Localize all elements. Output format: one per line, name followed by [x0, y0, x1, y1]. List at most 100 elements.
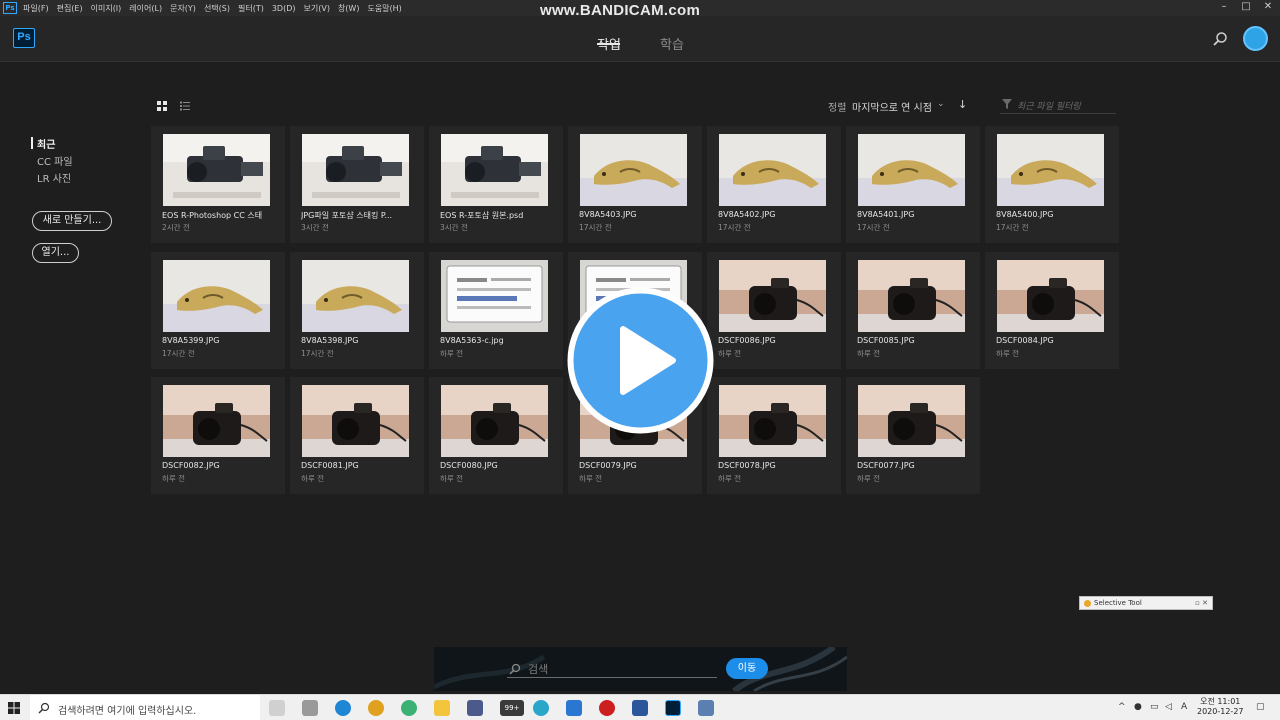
- file-thumbnail[interactable]: [163, 385, 270, 457]
- browser-icon[interactable]: [401, 700, 417, 716]
- file-time: 하루 전: [440, 349, 464, 358]
- taskbar-search-text[interactable]: 검색하려면 여기에 입력하십시오.: [58, 702, 196, 717]
- file-thumbnail[interactable]: [719, 260, 826, 332]
- file-thumbnail[interactable]: [858, 260, 965, 332]
- calculator-icon[interactable]: [467, 700, 483, 716]
- active-nav-marker: [31, 137, 33, 149]
- file-card[interactable]: DSCF0077.JPG 하루 전: [846, 377, 980, 494]
- photoshop-logo[interactable]: Ps: [13, 28, 35, 48]
- file-card[interactable]: DSCF0084.JPG 하루 전: [985, 252, 1119, 369]
- word-icon[interactable]: [632, 700, 648, 716]
- app-icon[interactable]: [533, 700, 549, 716]
- play-icon[interactable]: [567, 287, 714, 434]
- taskbar-clock[interactable]: 오전 11:01 2020-12-27: [1197, 697, 1244, 717]
- menu-select[interactable]: 선택(S): [204, 3, 230, 14]
- file-thumbnail[interactable]: [997, 260, 1104, 332]
- file-card[interactable]: 8V8A5402.JPG 17시간 전: [707, 126, 841, 243]
- file-thumbnail[interactable]: [441, 385, 548, 457]
- file-card[interactable]: 8V8A5401.JPG 17시간 전: [846, 126, 980, 243]
- go-button[interactable]: 이동: [726, 658, 768, 679]
- sidebar-item-recent[interactable]: 최근: [37, 136, 55, 151]
- volume-icon[interactable]: ◁: [1165, 702, 1172, 712]
- file-card[interactable]: DSCF0078.JPG 하루 전: [707, 377, 841, 494]
- bandicam-icon[interactable]: [599, 700, 615, 716]
- menu-file[interactable]: 파일(F): [23, 3, 49, 14]
- sort-direction-arrow-icon[interactable]: ↓: [958, 98, 967, 111]
- filter-icon: [1002, 99, 1012, 109]
- file-thumbnail[interactable]: [302, 385, 409, 457]
- task-view-icon[interactable]: [269, 700, 285, 716]
- menu-type[interactable]: 문자(Y): [170, 3, 196, 14]
- file-time: 하루 전: [996, 349, 1020, 358]
- menu-help[interactable]: 도움말(H): [367, 3, 401, 14]
- chevron-up-icon[interactable]: ^: [1118, 702, 1126, 712]
- file-card[interactable]: DSCF0082.JPG 하루 전: [151, 377, 285, 494]
- list-view-icon[interactable]: [180, 101, 190, 111]
- close-button[interactable]: ✕: [1258, 0, 1278, 16]
- menu-layer[interactable]: 레이어(L): [129, 3, 162, 14]
- menu-3d[interactable]: 3D(D): [272, 4, 296, 13]
- open-file-button[interactable]: 열기...: [32, 243, 79, 263]
- file-card[interactable]: DSCF0080.JPG 하루 전: [429, 377, 563, 494]
- recent-files-filter[interactable]: 최근 파일 필터링: [1000, 96, 1116, 114]
- file-thumbnail[interactable]: [719, 385, 826, 457]
- edge-icon[interactable]: [335, 700, 351, 716]
- file-card[interactable]: 8V8A5399.JPG 17시간 전: [151, 252, 285, 369]
- windows-start-icon[interactable]: [8, 702, 20, 714]
- sidebar-item-lr-photos[interactable]: LR 사진: [37, 170, 71, 185]
- file-card[interactable]: EOS R-포토샵 원본.psd 3시간 전: [429, 126, 563, 243]
- network-icon[interactable]: ▭: [1150, 702, 1159, 712]
- menu-view[interactable]: 보기(V): [304, 3, 330, 14]
- grid-view-icon[interactable]: [157, 101, 167, 111]
- minimize-button[interactable]: –: [1214, 0, 1234, 16]
- file-card[interactable]: DSCF0086.JPG 하루 전: [707, 252, 841, 369]
- file-card[interactable]: 8V8A5398.JPG 17시간 전: [290, 252, 424, 369]
- tab-learn[interactable]: 학습: [660, 34, 684, 53]
- file-time: 하루 전: [718, 474, 742, 483]
- file-thumbnail[interactable]: [580, 134, 687, 206]
- file-thumbnail[interactable]: [441, 134, 548, 206]
- file-card[interactable]: 8V8A5403.JPG 17시간 전: [568, 126, 702, 243]
- microphone-icon[interactable]: ●: [1134, 702, 1142, 712]
- photoshop-taskbar-icon[interactable]: [665, 700, 681, 716]
- sidebar-item-cc-files[interactable]: CC 파일: [37, 153, 73, 168]
- mail-icon[interactable]: 99+: [500, 700, 524, 716]
- file-thumbnail[interactable]: [441, 260, 548, 332]
- file-card[interactable]: DSCF0081.JPG 하루 전: [290, 377, 424, 494]
- menu-edit[interactable]: 편집(E): [57, 3, 83, 14]
- file-thumbnail[interactable]: [163, 134, 270, 206]
- file-explorer-icon[interactable]: [434, 700, 450, 716]
- taskbar-search-box[interactable]: 검색하려면 여기에 입력하십시오.: [30, 695, 260, 720]
- user-avatar[interactable]: [1243, 26, 1268, 51]
- file-thumbnail[interactable]: [163, 260, 270, 332]
- search-icon[interactable]: [1212, 31, 1228, 47]
- file-card[interactable]: DSCF0085.JPG 하루 전: [846, 252, 980, 369]
- file-card[interactable]: 8V8A5363-c.jpg 하루 전: [429, 252, 563, 369]
- settings-app-icon[interactable]: [698, 700, 714, 716]
- file-card[interactable]: EOS R-Photoshop CC 스태 2시간 전: [151, 126, 285, 243]
- menu-image[interactable]: 이미지(I): [91, 3, 122, 14]
- file-thumbnail[interactable]: [997, 134, 1104, 206]
- sort-dropdown[interactable]: 마지막으로 연 시점: [852, 99, 932, 114]
- file-card[interactable]: 8V8A5400.JPG 17시간 전: [985, 126, 1119, 243]
- file-thumbnail[interactable]: [858, 134, 965, 206]
- menu-window[interactable]: 창(W): [338, 3, 360, 14]
- maximize-button[interactable]: □: [1236, 0, 1256, 16]
- file-thumbnail[interactable]: [858, 385, 965, 457]
- file-card[interactable]: JPG파일 포토샵 스태킹 P... 3시간 전: [290, 126, 424, 243]
- window-buttons-icon[interactable]: ▫ ✕: [1195, 597, 1208, 609]
- file-thumbnail[interactable]: [302, 134, 409, 206]
- monitor-app-icon[interactable]: [566, 700, 582, 716]
- chevron-down-icon[interactable]: ⌄: [937, 99, 945, 109]
- menu-filter[interactable]: 필터(T): [238, 3, 264, 14]
- bottom-search-input[interactable]: 검색: [528, 661, 548, 677]
- selective-tool-window[interactable]: Selective Tool ▫ ✕: [1079, 596, 1213, 610]
- chrome-icon[interactable]: [368, 700, 384, 716]
- cortana-icon[interactable]: [302, 700, 318, 716]
- file-thumbnail[interactable]: [302, 260, 409, 332]
- notification-icon[interactable]: ▢: [1256, 702, 1265, 712]
- file-thumbnail[interactable]: [719, 134, 826, 206]
- new-file-button[interactable]: 새로 만들기...: [32, 211, 112, 231]
- ime-indicator[interactable]: A: [1181, 702, 1187, 712]
- filter-placeholder[interactable]: 최근 파일 필터링: [1017, 99, 1081, 112]
